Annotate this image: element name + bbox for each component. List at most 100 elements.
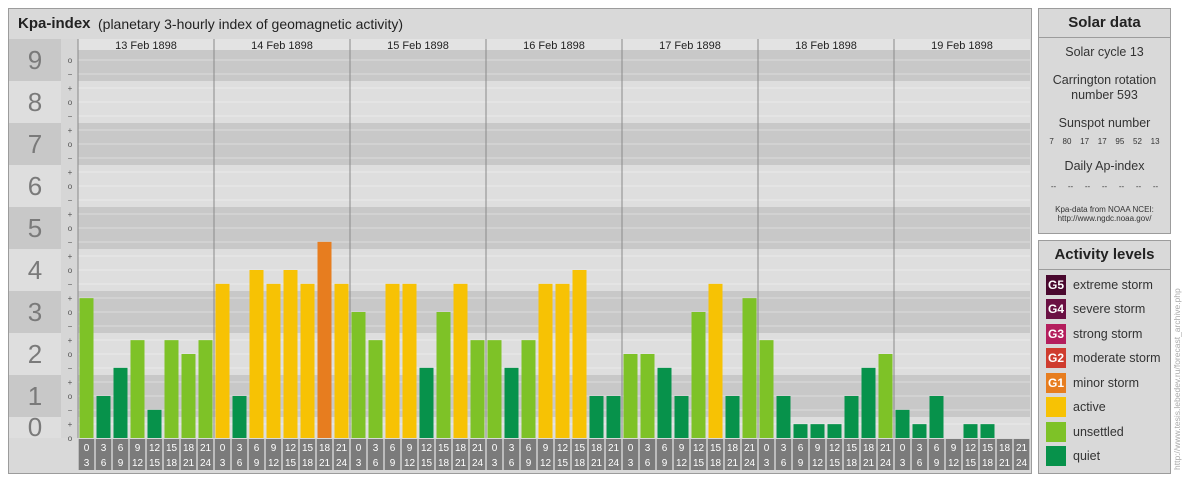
ap-value: -- — [1152, 182, 1159, 191]
hour-label-end: 21 — [591, 458, 603, 469]
ap-value: -- — [1135, 182, 1142, 191]
activity-levels-panel: Activity levels G5 extreme storm G4 seve… — [1038, 240, 1171, 474]
hour-label-start: 21 — [200, 443, 212, 454]
legend-swatch: G3 — [1046, 324, 1066, 344]
kp-bar — [113, 367, 128, 438]
sub-tick-label: o — [68, 266, 73, 275]
legend-item-active: active — [1046, 397, 1106, 417]
kp-bar — [368, 340, 383, 438]
y-tick-label: 8 — [28, 87, 42, 117]
kp-bar — [963, 424, 978, 438]
legend-item-extreme-storm: G5 extreme storm — [1046, 275, 1153, 295]
sub-tick-label: − — [68, 154, 73, 163]
hour-label-start: 9 — [951, 443, 957, 454]
ap-value: -- — [1067, 182, 1074, 191]
kp-bar — [810, 424, 825, 438]
sunspot-value: 17 — [1097, 137, 1107, 146]
hour-label-end: 12 — [404, 458, 416, 469]
hour-label-end: 9 — [662, 458, 668, 469]
legend-label: quiet — [1073, 449, 1101, 463]
hour-label-start: 0 — [900, 443, 906, 454]
sub-tick-label: + — [68, 336, 73, 345]
kp-bar — [453, 283, 468, 438]
hour-label-end: 6 — [373, 458, 379, 469]
sunspot-value: 95 — [1115, 137, 1125, 146]
hour-label-end: 12 — [540, 458, 552, 469]
sub-tick-label: o — [68, 392, 73, 401]
hour-label-start: 15 — [982, 443, 994, 454]
hour-label-end: 15 — [965, 458, 977, 469]
hour-label-end: 12 — [132, 458, 144, 469]
legend-item-unsettled: unsettled — [1046, 422, 1124, 442]
hour-label-start: 9 — [543, 443, 549, 454]
kp-bar — [691, 312, 706, 438]
sunspot-value: 7 — [1049, 137, 1054, 146]
legend-label: minor storm — [1073, 376, 1139, 390]
legend-swatch — [1046, 422, 1066, 442]
hour-label-start: 3 — [645, 443, 651, 454]
hour-label-start: 9 — [407, 443, 413, 454]
hour-label-end: 18 — [982, 458, 994, 469]
kp-bar — [419, 367, 434, 438]
hour-label-start: 18 — [727, 443, 739, 454]
hour-label-start: 15 — [438, 443, 450, 454]
sunspot-value: 80 — [1062, 137, 1072, 146]
day-label: 19 Feb 1898 — [931, 40, 993, 52]
ap-value: -- — [1050, 182, 1057, 191]
sub-tick-label: + — [68, 126, 73, 135]
hour-label-start: 21 — [608, 443, 620, 454]
sunspot-value: 17 — [1080, 137, 1090, 146]
sunspot-value: 52 — [1133, 137, 1142, 146]
hour-label-start: 6 — [390, 443, 396, 454]
kp-bar — [555, 283, 570, 438]
legend-item-quiet: quiet — [1046, 446, 1100, 466]
hour-label-end: 24 — [472, 458, 484, 469]
kpa-bar-chart: 0123456789o+o+−o+−o+−o+−o+−o+−o+−o+−o−13… — [9, 39, 1030, 471]
hour-label-start: 15 — [166, 443, 178, 454]
hour-label-end: 3 — [628, 458, 634, 469]
kp-bar — [249, 270, 264, 438]
hour-label-end: 6 — [237, 458, 243, 469]
y-tick-label: 2 — [28, 339, 42, 369]
kp-bar — [385, 283, 400, 438]
sub-tick-label: o — [68, 182, 73, 191]
legend-swatch: G2 — [1046, 348, 1066, 368]
hour-label-end: 9 — [254, 458, 260, 469]
kp-bar — [130, 340, 145, 438]
sub-tick-label: o — [68, 224, 73, 233]
kp-bar — [470, 340, 485, 438]
hour-label-start: 6 — [798, 443, 804, 454]
hour-label-start: 3 — [917, 443, 923, 454]
ap-index-title: Daily Ap-index — [1064, 159, 1145, 173]
hour-label-start: 3 — [101, 443, 107, 454]
hour-label-end: 9 — [798, 458, 804, 469]
kp-bar — [521, 340, 536, 438]
hour-label-end: 3 — [220, 458, 226, 469]
kp-bar — [657, 367, 672, 438]
kp-bar — [674, 396, 689, 438]
hour-label-end: 9 — [934, 458, 940, 469]
hour-label-start: 0 — [356, 443, 362, 454]
legend-label: extreme storm — [1073, 278, 1153, 292]
sub-tick-label: − — [68, 238, 73, 247]
sub-tick-label: − — [68, 364, 73, 373]
hour-label-start: 6 — [526, 443, 532, 454]
hour-label-end: 24 — [880, 458, 892, 469]
hour-label-end: 12 — [812, 458, 824, 469]
legend-item-severe-storm: G4 severe storm — [1046, 299, 1145, 319]
activity-levels-title: Activity levels — [1039, 241, 1170, 270]
hour-label-end: 12 — [676, 458, 688, 469]
hour-label-end: 6 — [101, 458, 107, 469]
kp-bar — [538, 283, 553, 438]
kp-bar — [198, 340, 213, 438]
kp-bar — [827, 424, 842, 438]
hour-label-end: 21 — [727, 458, 739, 469]
data-source-line-2: http://www.ngdc.noaa.gov/ — [1057, 214, 1152, 223]
kp-bar — [504, 367, 519, 438]
legend-item-moderate-storm: G2 moderate storm — [1046, 348, 1161, 368]
kp-bar — [266, 283, 281, 438]
hour-label-start: 0 — [84, 443, 90, 454]
hour-label-start: 15 — [574, 443, 586, 454]
hour-label-start: 9 — [271, 443, 277, 454]
hour-label-start: 18 — [863, 443, 875, 454]
